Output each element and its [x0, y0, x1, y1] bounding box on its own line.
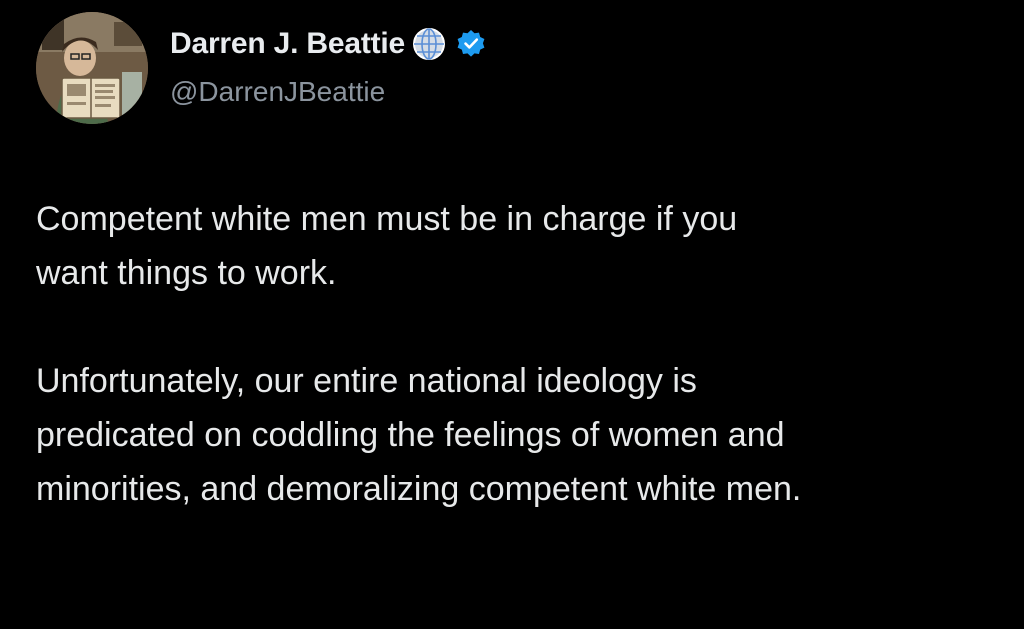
- tweet-card: Darren J. Beattie @DarrenJBeattie Compet…: [22, 0, 1022, 629]
- tweet-paragraph-1: Competent white men must be in charge if…: [36, 200, 738, 292]
- globe-icon: [411, 26, 447, 62]
- author-display-name[interactable]: Darren J. Beattie: [170, 27, 405, 61]
- verified-icon: [453, 26, 489, 62]
- author-name-row: Darren J. Beattie: [170, 26, 489, 62]
- tweet-paragraph-2: Unfortunately, our entire national ideol…: [36, 362, 802, 508]
- screenshot-canvas: Darren J. Beattie @DarrenJBeattie Compet…: [0, 0, 1024, 629]
- avatar-portrait-icon: [36, 12, 148, 124]
- author-handle[interactable]: @DarrenJBeattie: [170, 76, 385, 108]
- author-avatar[interactable]: [36, 12, 148, 124]
- tweet-text: Competent white men must be in charge if…: [36, 192, 1011, 516]
